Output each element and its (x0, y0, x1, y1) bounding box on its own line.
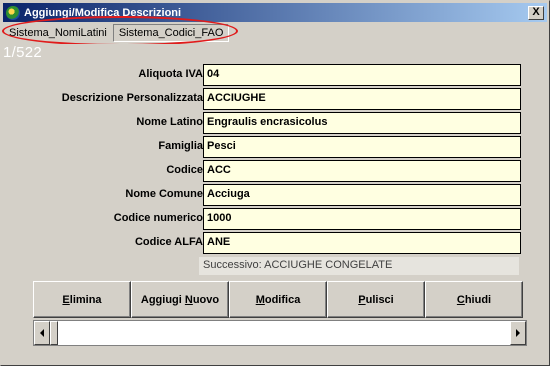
label-aliquota-iva: Aliquota IVA (138, 68, 203, 80)
pulisci-label: ulisci (365, 293, 394, 306)
aggiungi-nuovo-label: uovo (192, 293, 220, 306)
elimina-label: limina (69, 293, 102, 306)
dialog-window: Aggiungi/Modifica Descrizioni X Sistema_… (0, 0, 550, 366)
field-row-descrizione: Descrizione Personalizzata ACCIUGHE (5, 88, 523, 110)
horizontal-scrollbar[interactable] (33, 320, 527, 346)
scrollbar-thumb[interactable] (50, 321, 58, 345)
field-row-aliquota-iva: Aliquota IVA 04 (5, 64, 523, 86)
pulisci-button[interactable]: Pulisci (327, 281, 425, 318)
elimina-button[interactable]: Elimina (33, 281, 131, 318)
close-button[interactable]: X (528, 5, 544, 20)
input-aliquota-iva[interactable]: 04 (203, 64, 521, 86)
title-bar[interactable]: Aggiungi/Modifica Descrizioni X (3, 3, 547, 22)
input-codice-alfa[interactable]: ANE (203, 232, 521, 254)
field-row-nome-latino: Nome Latino Engraulis encrasicolus (5, 112, 523, 134)
label-descrizione-personalizzata: Descrizione Personalizzata (61, 92, 203, 104)
pulisci-hotkey: P (358, 293, 366, 306)
menu-sistema-nomi-latini[interactable]: Sistema_NomiLatini (3, 24, 113, 42)
modifica-hotkey: M (255, 293, 265, 306)
label-famiglia: Famiglia (158, 140, 203, 152)
arrow-right-icon[interactable] (510, 321, 526, 345)
field-row-nome-comune: Nome Comune Acciuga (5, 184, 523, 206)
action-button-bar: Elimina Aggiugi Nuovo Modifica Pulisci C… (33, 281, 527, 319)
input-descrizione-personalizzata[interactable]: ACCIUGHE (203, 88, 521, 110)
input-nome-comune[interactable]: Acciuga (203, 184, 521, 206)
input-codice[interactable]: ACC (203, 160, 521, 182)
elimina-hotkey: E (62, 293, 70, 306)
field-row-famiglia: Famiglia Pesci (5, 136, 523, 158)
record-counter: 1/522 (3, 44, 43, 61)
app-icon (6, 5, 20, 20)
input-famiglia[interactable]: Pesci (203, 136, 521, 158)
aggiungi-nuovo-hotkey: N (184, 293, 193, 306)
chiudi-hotkey: C (456, 293, 465, 306)
menu-sistema-codici-fao[interactable]: Sistema_Codici_FAO (112, 23, 230, 42)
next-record-label: Successivo: ACCIUGHE CONGELATE (199, 257, 519, 275)
menu-bar: Sistema_NomiLatini Sistema_Codici_FAO (3, 23, 547, 42)
input-nome-latino[interactable]: Engraulis encrasicolus (203, 112, 521, 134)
field-row-codice: Codice ACC (5, 160, 523, 182)
input-codice-numerico[interactable]: 1000 (203, 208, 521, 230)
modifica-label: odifica (264, 293, 301, 306)
label-nome-latino: Nome Latino (136, 116, 203, 128)
label-nome-comune: Nome Comune (125, 188, 203, 200)
chiudi-label: hiudi (464, 293, 492, 306)
field-row-codice-numerico: Codice numerico 1000 (5, 208, 523, 230)
arrow-left-icon[interactable] (34, 321, 50, 345)
scrollbar-track[interactable] (58, 321, 510, 345)
window-title: Aggiungi/Modifica Descrizioni (24, 6, 182, 19)
label-codice-alfa: Codice ALFA (134, 236, 203, 248)
aggiungi-nuovo-button[interactable]: Aggiugi Nuovo (131, 281, 229, 318)
form-area: Aliquota IVA 04 Descrizione Personalizza… (5, 44, 523, 284)
modifica-button[interactable]: Modifica (229, 281, 327, 318)
chiudi-button[interactable]: Chiudi (425, 281, 523, 318)
field-row-codice-alfa: Codice ALFA ANE (5, 232, 523, 254)
aggiungi-nuovo-prefix: Aggiugi (140, 293, 185, 306)
label-codice-numerico: Codice numerico (113, 212, 203, 224)
label-codice: Codice (166, 164, 203, 176)
